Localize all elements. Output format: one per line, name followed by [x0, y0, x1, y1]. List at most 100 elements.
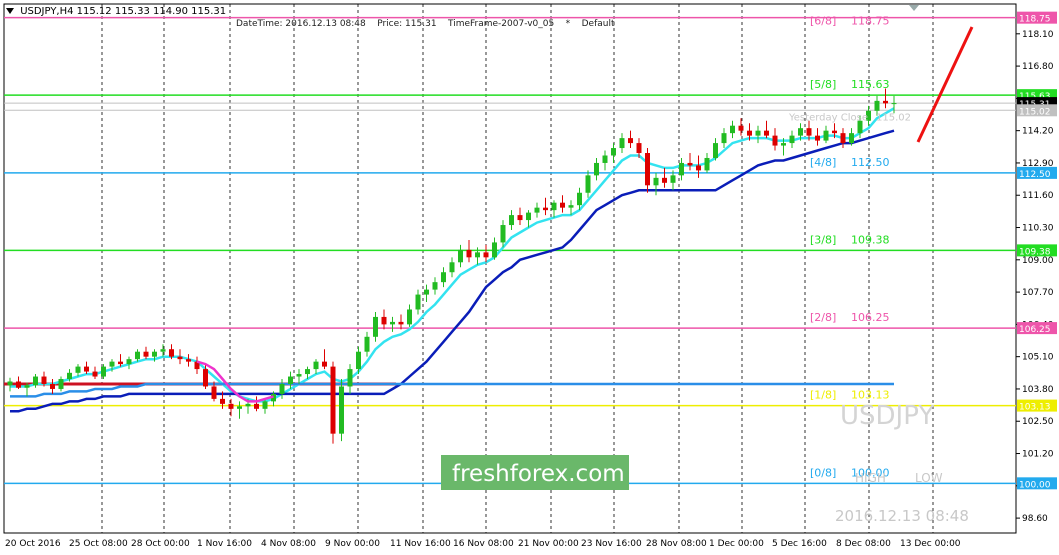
candle-body	[560, 202, 565, 208]
candle-body	[330, 366, 336, 434]
y-tick-label: 98.60	[1022, 514, 1048, 524]
candle-body	[781, 143, 786, 146]
candle-body	[568, 205, 574, 208]
candle-body	[696, 165, 701, 171]
murrey-level-name: [4/8]	[810, 156, 836, 169]
candle-body	[424, 289, 429, 295]
candle-body	[228, 403, 234, 409]
candle-body	[75, 366, 81, 373]
dropdown-triangle-icon[interactable]	[6, 8, 14, 14]
candle-body	[730, 125, 735, 134]
candle-body	[628, 138, 633, 144]
candle-body	[764, 130, 769, 136]
price-tag-text: 115.02	[1019, 107, 1051, 117]
candle-body	[653, 177, 659, 186]
candle-body	[449, 262, 455, 273]
candle-body	[245, 403, 251, 407]
candle-body	[832, 130, 837, 134]
price-tag-text: 103.13	[1019, 403, 1051, 413]
candle-body	[670, 175, 676, 183]
candle-body	[390, 321, 395, 325]
candle-body	[738, 125, 744, 131]
candle-body	[143, 351, 149, 357]
candle-body	[594, 162, 599, 176]
candle-body	[798, 128, 803, 136]
candle-body	[806, 128, 812, 136]
candle-body	[747, 130, 752, 136]
x-tick-label: 11 Nov 16:00	[390, 539, 451, 549]
candle-body	[381, 316, 387, 325]
candle-body	[262, 401, 268, 409]
x-tick-label: 9 Nov 00:00	[325, 539, 380, 549]
price-tag-text: 112.50	[1019, 170, 1051, 180]
candle-body	[874, 100, 880, 111]
candle-body	[211, 386, 217, 399]
low-label: LOW	[915, 471, 943, 485]
candle-body	[662, 177, 667, 183]
candle-body	[823, 130, 829, 141]
watermark-symbol: USDJPY	[840, 401, 934, 431]
price-chart[interactable]: 20 Oct 2016 25 Oct 08:00 28 Oct 00:00 1 Nov…	[0, 0, 1059, 555]
candle-body	[109, 361, 115, 367]
murrey-level-name: [0/8]	[810, 466, 836, 479]
candle-body	[92, 371, 98, 377]
candle-body	[24, 385, 30, 388]
murrey-level-name: [2/8]	[810, 311, 836, 324]
candle-body	[152, 351, 157, 357]
candle-body	[551, 202, 557, 211]
price-tag-text: 100.00	[1019, 480, 1051, 490]
candle-body	[58, 379, 64, 389]
murrey-level-value: 112.50	[851, 156, 890, 169]
candle-body	[526, 212, 531, 221]
candle-body	[296, 374, 302, 377]
candle-body	[883, 100, 888, 104]
candle-body	[577, 192, 582, 206]
candle-body	[415, 294, 421, 310]
candle-body	[220, 398, 225, 404]
candle-body	[16, 381, 21, 388]
candle-body	[160, 349, 166, 352]
y-tick-label: 111.60	[1022, 191, 1054, 201]
candle-body	[602, 155, 608, 163]
candle-body	[407, 309, 412, 325]
murrey-level-value: 118.75	[851, 15, 890, 28]
candle-body	[356, 351, 361, 370]
x-tick-label: 25 Oct 08:00	[69, 539, 128, 549]
x-tick-label: 1 Nov 16:00	[197, 539, 252, 549]
candle-body	[364, 336, 370, 352]
y-tick-label: 110.30	[1022, 224, 1054, 234]
candle-body	[347, 369, 353, 387]
murrey-level-name: [3/8]	[810, 233, 836, 246]
forecast-arrow	[916, 26, 974, 143]
indicator-info-line: DateTime: 2016.12.13 08:48 Price: 115.31…	[236, 19, 615, 29]
x-tick-label: 23 Nov 16:00	[581, 539, 642, 549]
candle-body	[840, 133, 846, 144]
candle-body	[891, 103, 897, 105]
x-tick-label: 1 Dec 00:00	[709, 539, 764, 549]
chart-window[interactable]: 20 Oct 2016 25 Oct 08:00 28 Oct 00:00 1 Nov…	[0, 0, 1059, 555]
candle-body	[849, 133, 854, 144]
candle-body	[466, 249, 472, 258]
y-tick-label: 105.10	[1022, 353, 1054, 363]
chart-header: USDJPY,H4 115.12 115.33 114.90 115.31	[6, 6, 226, 17]
candle-body	[611, 148, 616, 156]
candle-body	[492, 242, 497, 258]
candle-body	[203, 369, 208, 387]
x-tick-label: 16 Nov 08:00	[453, 539, 514, 549]
price-tag-text: 118.75	[1019, 15, 1051, 25]
candle-body	[636, 143, 642, 154]
candle-body	[237, 406, 242, 409]
price-tag-text: 109.38	[1019, 247, 1051, 257]
scroll-marker-icon	[909, 5, 919, 11]
y-tick-label: 118.10	[1022, 30, 1054, 40]
candle-body	[619, 138, 625, 149]
x-tick-label: 8 Dec 08:00	[836, 539, 891, 549]
candle-body	[509, 215, 514, 226]
candle-body	[687, 162, 693, 166]
yesterday-close-label: Yesterday Close	[788, 112, 868, 123]
candle-body	[585, 175, 591, 193]
murrey-level-value: 103.13	[851, 389, 890, 402]
candle-body	[721, 133, 727, 144]
candle-body	[41, 376, 47, 384]
candle-body	[755, 130, 761, 136]
